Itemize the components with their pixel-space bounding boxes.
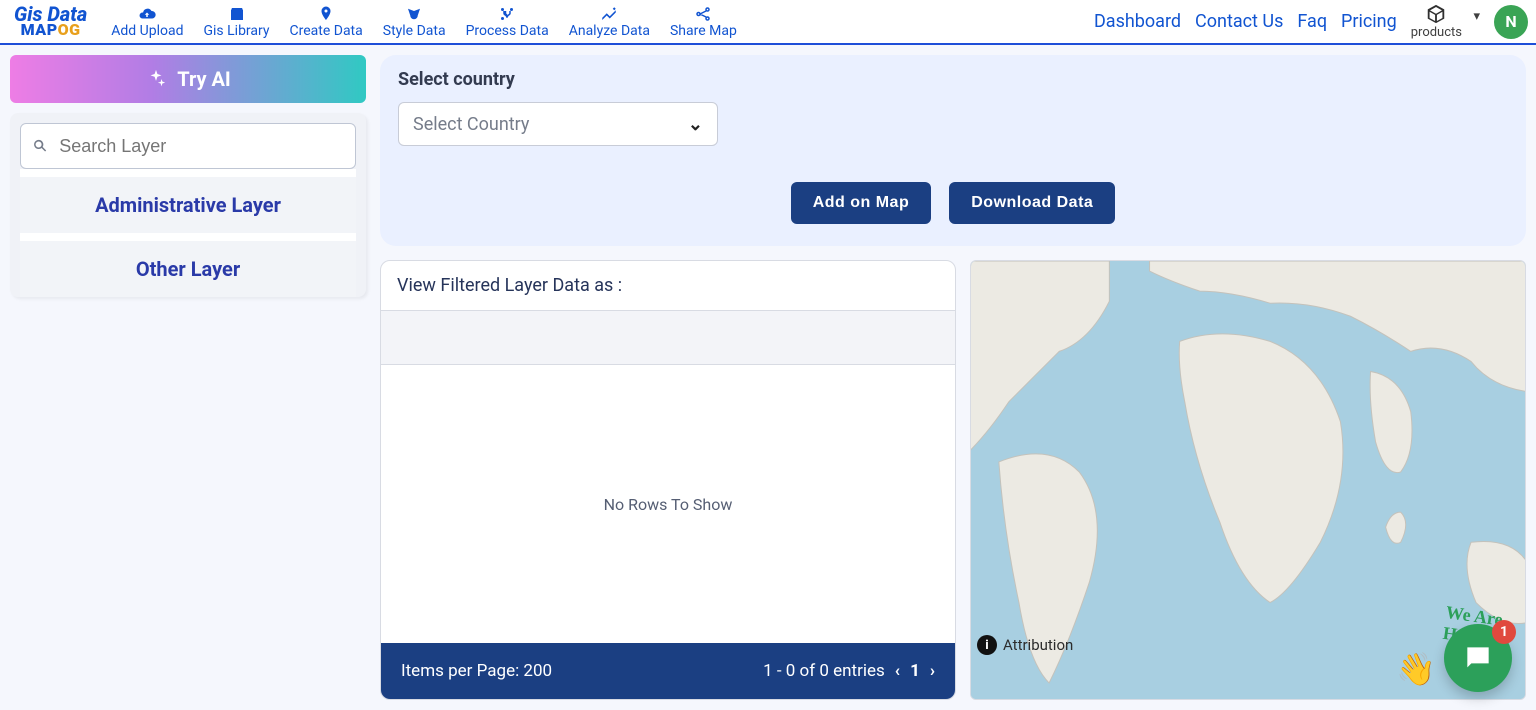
pager-current: 1 — [910, 661, 920, 681]
sidebar-item-other-layer[interactable]: Other Layer — [20, 233, 356, 297]
try-ai-button[interactable]: Try AI — [10, 55, 366, 103]
nav-add-upload[interactable]: Add Upload — [111, 5, 183, 39]
cloud-upload-icon — [138, 5, 156, 23]
pager-prev[interactable]: ‹ — [895, 661, 900, 681]
sidebar: Try AI Administrative Layer Other Layer — [10, 55, 366, 700]
caret-down-icon: ▾ — [1473, 9, 1480, 24]
avatar[interactable]: N — [1494, 5, 1528, 39]
chat-widget: We Are Here! 1 👋 — [1444, 624, 1512, 692]
info-icon: i — [977, 635, 997, 655]
search-input[interactable] — [59, 136, 345, 157]
map-attribution[interactable]: i Attribution — [977, 635, 1073, 655]
link-faq[interactable]: Faq — [1297, 11, 1327, 32]
select-placeholder: Select Country — [413, 114, 529, 135]
link-dashboard[interactable]: Dashboard — [1094, 11, 1181, 32]
items-per-page[interactable]: Items per Page: 200 — [401, 661, 552, 681]
branch-icon — [498, 5, 516, 23]
analytics-icon — [600, 5, 618, 23]
add-on-map-button[interactable]: Add on Map — [791, 182, 932, 224]
chat-bubble[interactable]: 1 — [1444, 624, 1512, 692]
chat-icon — [1462, 642, 1494, 674]
entries-text: 1 - 0 of 0 entries — [763, 661, 885, 681]
nav-analyze-data[interactable]: Analyze Data — [569, 5, 650, 39]
library-add-icon — [228, 5, 246, 23]
link-contact-us[interactable]: Contact Us — [1195, 11, 1283, 32]
sparkle-icon — [145, 68, 167, 90]
nav-create-data[interactable]: Create Data — [290, 5, 363, 39]
pin-icon — [317, 5, 335, 23]
tool-nav: Add Upload Gis Library Create Data Style… — [111, 5, 737, 39]
search-icon — [31, 136, 49, 156]
country-select[interactable]: Select Country ⌄ — [398, 102, 718, 146]
paint-icon — [405, 5, 423, 23]
data-card: View Filtered Layer Data as : No Rows To… — [380, 260, 956, 700]
products-menu[interactable]: products ▾ — [1411, 3, 1462, 40]
share-icon — [694, 5, 712, 23]
wave-icon: 👋 — [1396, 650, 1436, 688]
nav-process-data[interactable]: Process Data — [466, 5, 549, 39]
chevron-down-icon: ⌄ — [688, 114, 703, 135]
main: Try AI Administrative Layer Other Layer … — [0, 45, 1536, 710]
download-data-button[interactable]: Download Data — [949, 182, 1115, 224]
nav-style-data[interactable]: Style Data — [383, 5, 446, 39]
select-country-label: Select country — [398, 69, 1508, 90]
cube-icon — [1425, 3, 1447, 25]
content: Select country Select Country ⌄ Add on M… — [380, 55, 1526, 700]
nav-gis-library[interactable]: Gis Library — [203, 5, 269, 39]
data-card-footer: Items per Page: 200 1 - 0 of 0 entries ‹… — [381, 643, 955, 699]
pager: 1 - 0 of 0 entries ‹ 1 › — [763, 661, 935, 681]
data-card-title: View Filtered Layer Data as : — [381, 261, 955, 311]
sidebar-item-admin-layer[interactable]: Administrative Layer — [20, 169, 356, 233]
link-pricing[interactable]: Pricing — [1341, 11, 1397, 32]
nav-share-map[interactable]: Share Map — [670, 5, 737, 39]
empty-state: No Rows To Show — [604, 495, 733, 514]
chat-badge: 1 — [1492, 620, 1516, 644]
right-nav: Dashboard Contact Us Faq Pricing product… — [1094, 3, 1528, 40]
topbar: Gis Data MAPOG Add Upload Gis Library Cr… — [0, 0, 1536, 45]
data-card-body: No Rows To Show — [381, 365, 955, 643]
control-card: Select country Select Country ⌄ Add on M… — [380, 55, 1526, 246]
side-panel: Administrative Layer Other Layer — [10, 113, 366, 297]
logo-line2: MAPOG — [21, 23, 81, 37]
logo[interactable]: Gis Data MAPOG — [14, 5, 87, 37]
search-layer[interactable] — [20, 123, 356, 169]
lower-row: View Filtered Layer Data as : No Rows To… — [380, 260, 1526, 700]
pager-next[interactable]: › — [930, 661, 935, 681]
data-card-toolbar — [381, 311, 955, 365]
